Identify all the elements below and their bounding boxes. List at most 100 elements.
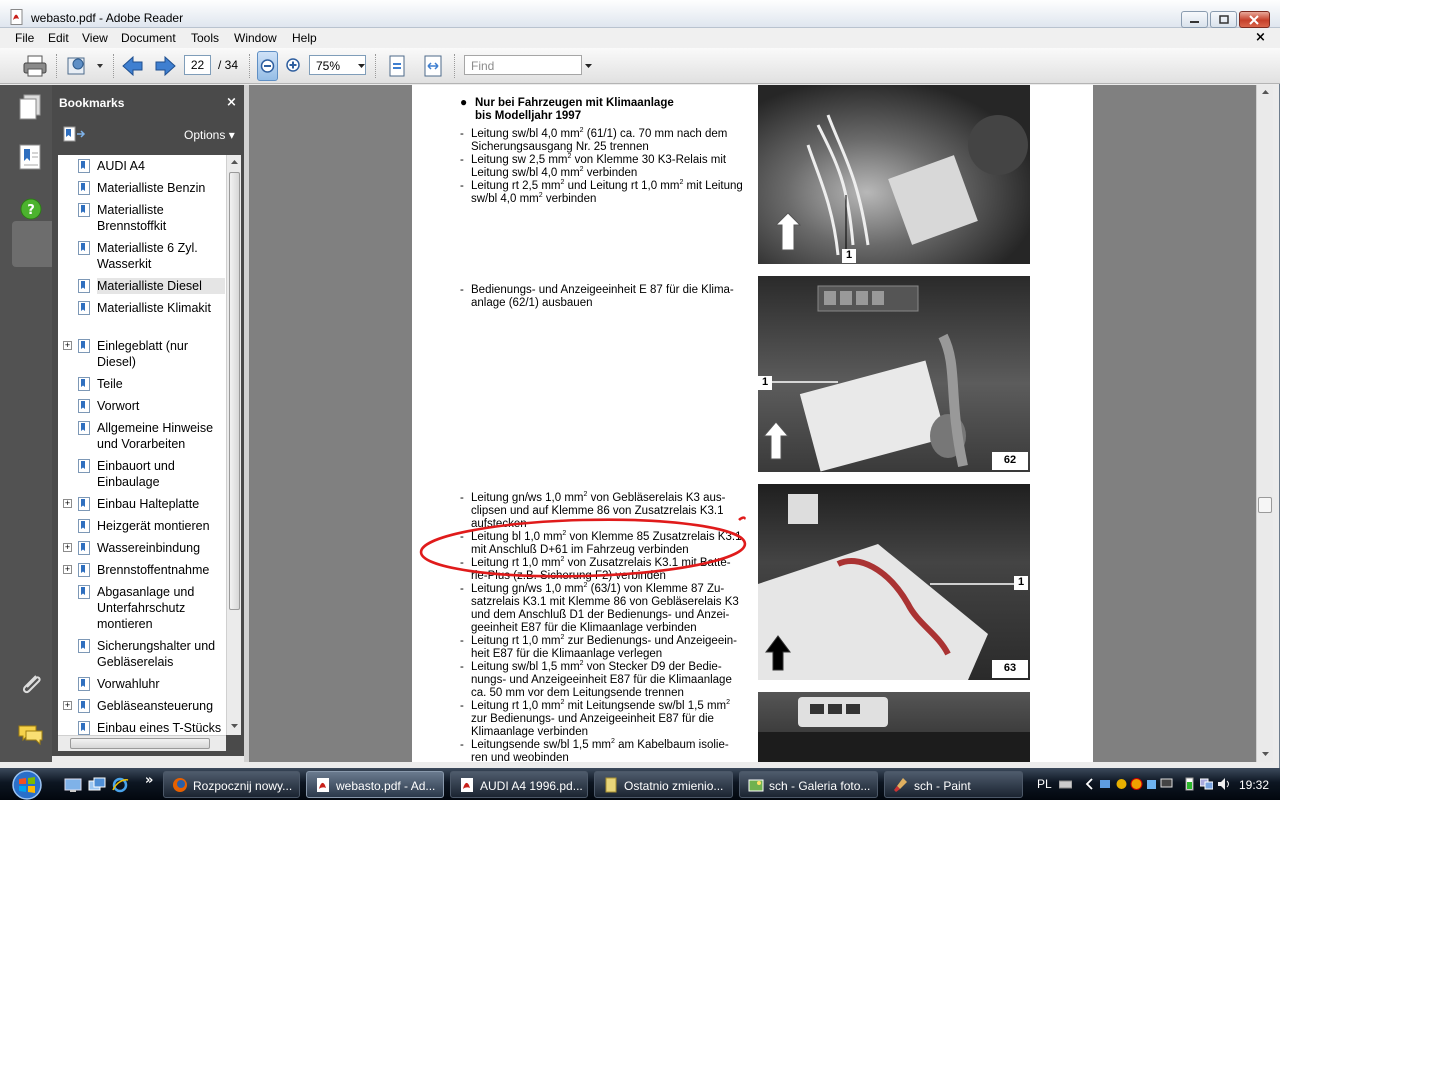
pdf-file-icon: [461, 778, 473, 792]
expand-plus-icon[interactable]: +: [63, 543, 72, 552]
battery-icon[interactable]: [1183, 777, 1196, 791]
bookmark-icon: [78, 241, 90, 255]
menu-tools[interactable]: Tools: [191, 31, 219, 45]
document-vertical-scrollbar[interactable]: [1256, 85, 1273, 762]
bookmark-item[interactable]: + Einbau Halteplatte: [58, 496, 226, 512]
switch-windows-icon[interactable]: [88, 777, 106, 793]
scroll-down-icon[interactable]: [227, 718, 242, 733]
security-icon[interactable]: [1115, 777, 1128, 791]
bookmark-item[interactable]: Vorwahluhr: [58, 676, 226, 692]
bookmark-item[interactable]: Heizgerät montieren: [58, 518, 226, 534]
task-photo-gallery[interactable]: sch - Galeria foto...: [739, 771, 878, 798]
fit-width-icon[interactable]: [422, 54, 444, 78]
svg-text:?: ?: [27, 203, 35, 218]
bookmark-options-icon[interactable]: [62, 125, 86, 143]
scroll-down-icon[interactable]: [1257, 746, 1274, 761]
find-options-chevron-icon[interactable]: [585, 64, 593, 69]
menu-document[interactable]: Document: [121, 31, 176, 45]
display-icon[interactable]: [1160, 777, 1173, 791]
bookmark-item[interactable]: Einbauort und Einbaulage: [58, 458, 226, 490]
document-view[interactable]: ● Nur bei Fahrzeugen mit Klimaanlage bis…: [249, 85, 1256, 762]
antivirus-icon[interactable]: [1130, 777, 1143, 791]
bookmark-item[interactable]: + Gebläseansteuerung: [58, 698, 226, 714]
bookmark-label: Materialliste Brennstoffkit: [97, 203, 167, 233]
comments-icon[interactable]: [14, 717, 48, 751]
expand-plus-icon[interactable]: +: [63, 499, 72, 508]
bookmarks-horizontal-scrollbar[interactable]: [58, 735, 226, 751]
menu-window[interactable]: Window: [234, 31, 277, 45]
zoom-level-select[interactable]: 75%: [309, 55, 366, 75]
menu-view[interactable]: View: [82, 31, 108, 45]
bookmark-item[interactable]: AUDI A4: [58, 158, 226, 174]
bookmark-item[interactable]: Einbau eines T-Stücks und eines: [58, 720, 226, 735]
close-document-button[interactable]: ×: [1255, 30, 1266, 45]
scroll-up-icon[interactable]: [1257, 85, 1274, 100]
bookmark-item[interactable]: + Wassereinbindung: [58, 540, 226, 556]
bookmark-item[interactable]: Vorwort: [58, 398, 226, 414]
task-firefox[interactable]: Rozpocznij nowy...: [163, 771, 300, 798]
previous-page-icon[interactable]: [121, 54, 145, 78]
bookmarks-vertical-scrollbar[interactable]: [226, 155, 241, 735]
volume-icon[interactable]: [1217, 777, 1230, 791]
bookmark-icon: [78, 563, 90, 577]
bookmark-icon: [78, 585, 90, 599]
bookmark-item[interactable]: Sicherungshalter und Gebläserelais: [58, 638, 226, 670]
show-desktop-icon[interactable]: [64, 777, 82, 793]
find-input[interactable]: Find: [464, 55, 582, 75]
bookmarks-scroll-thumb[interactable]: [229, 172, 240, 610]
print-icon[interactable]: [22, 54, 48, 78]
bookmark-item[interactable]: Materialliste Diesel: [58, 278, 226, 294]
language-indicator[interactable]: PL: [1037, 777, 1052, 791]
bookmark-item[interactable]: Allgemeine Hinweise und Vorarbeiten: [58, 420, 226, 452]
expand-plus-icon[interactable]: +: [63, 701, 72, 710]
title-bar[interactable]: webasto.pdf - Adobe Reader: [0, 0, 1280, 28]
network-icon[interactable]: [1099, 777, 1112, 791]
bookmark-item[interactable]: Materialliste Benzin: [58, 180, 226, 196]
next-page-icon[interactable]: [153, 54, 177, 78]
bookmark-item[interactable]: Abgasanlage und Unterfahrschutz montiere…: [58, 584, 226, 632]
bookmark-item[interactable]: Teile: [58, 376, 226, 392]
bookmark-item[interactable]: Materialliste 6 Zyl. Wasserkit: [58, 240, 226, 272]
task-audi-pdf[interactable]: AUDI A4 1996.pd...: [450, 771, 588, 798]
page-number-input[interactable]: 22: [184, 55, 211, 75]
bookmark-icon: [78, 203, 90, 217]
bookmark-item[interactable]: Materialliste Klimakit: [58, 300, 226, 332]
zoom-in-icon[interactable]: [283, 54, 303, 78]
menu-edit[interactable]: Edit: [48, 31, 69, 45]
task-paint[interactable]: sch - Paint: [884, 771, 1023, 798]
document-scroll-thumb[interactable]: [1258, 497, 1272, 513]
markup-tools-icon[interactable]: [66, 54, 104, 78]
bookmarks-panel-icon[interactable]: [14, 141, 48, 175]
network-connection-icon[interactable]: [1200, 777, 1213, 791]
task-recent-changes[interactable]: Ostatnio zmienio...: [594, 771, 733, 798]
options-menu-button[interactable]: Options ▾: [184, 128, 235, 142]
bookmark-item[interactable]: + Brennstoffentnahme: [58, 562, 226, 578]
bookmark-tree: AUDI A4 Materialliste Benzin Materialliste…: [58, 155, 226, 735]
bookmark-item[interactable]: Materialliste Brennstoffkit: [58, 202, 226, 234]
close-bookmarks-button[interactable]: ×: [226, 95, 237, 110]
keyboard-icon[interactable]: [1059, 777, 1072, 791]
bookmark-item[interactable]: + Einlegeblatt (nur Diesel): [58, 338, 226, 370]
pages-panel-icon[interactable]: [14, 91, 48, 125]
bookmarks-hscroll-thumb[interactable]: [70, 738, 210, 749]
scroll-up-icon[interactable]: [227, 155, 242, 170]
bookmarks-tab[interactable]: [12, 221, 54, 267]
expand-plus-icon[interactable]: +: [63, 341, 72, 350]
help-icon[interactable]: ?: [14, 192, 48, 226]
start-button-windows-icon[interactable]: [8, 769, 46, 800]
maximize-button[interactable]: [1210, 11, 1237, 28]
minimize-button[interactable]: [1181, 11, 1208, 28]
expand-plus-icon[interactable]: +: [63, 565, 72, 574]
close-window-button[interactable]: [1239, 11, 1270, 28]
safely-remove-icon[interactable]: [1145, 777, 1158, 791]
fit-page-icon[interactable]: [386, 54, 408, 78]
clock[interactable]: 19:32: [1239, 778, 1269, 792]
tray-expand-chevron-icon[interactable]: [1083, 777, 1096, 791]
internet-explorer-icon[interactable]: [111, 777, 129, 793]
menu-help[interactable]: Help: [292, 31, 317, 45]
task-adobe-reader[interactable]: webasto.pdf - Ad...: [306, 771, 444, 798]
attachments-paperclip-icon[interactable]: [14, 668, 48, 702]
zoom-out-button[interactable]: [257, 51, 278, 81]
menu-file[interactable]: File: [15, 31, 34, 45]
quick-launch-overflow[interactable]: »: [145, 773, 153, 788]
